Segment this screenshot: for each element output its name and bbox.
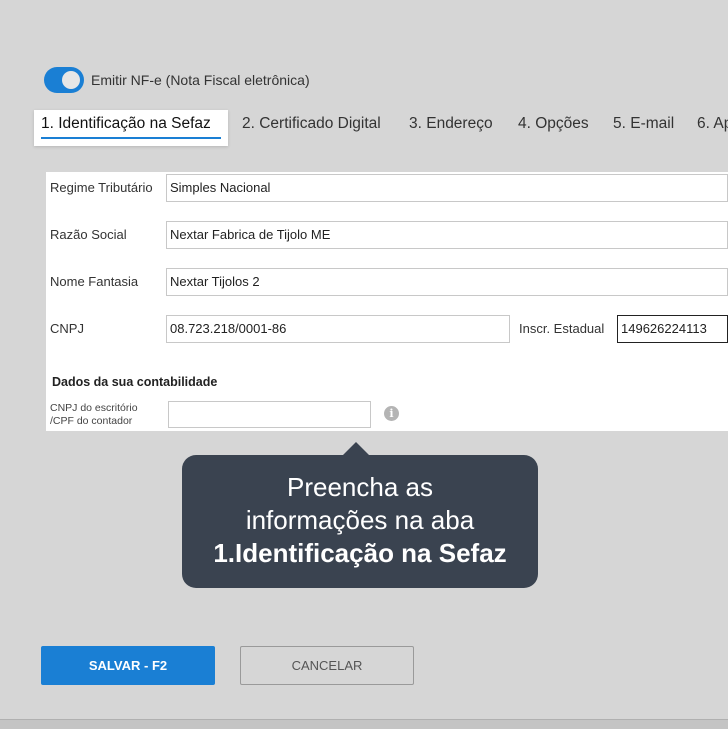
fantasia-label: Nome Fantasia (50, 274, 139, 289)
tooltip-line-1: Preencha as (287, 472, 433, 502)
razao-label: Razão Social (50, 227, 127, 242)
tab-certificado-digital[interactable]: 2. Certificado Digital (242, 110, 381, 146)
regime-label: Regime Tributário (50, 180, 153, 195)
toggle-knob (62, 71, 80, 89)
tooltip-line-3: 1.Identificação na Sefaz (213, 538, 507, 568)
tab-email[interactable]: 5. E-mail (613, 110, 674, 146)
inscr-estadual-input[interactable]: 149626224113 (617, 315, 728, 343)
save-button[interactable]: SALVAR - F2 (41, 646, 215, 685)
info-icon[interactable]: i (384, 406, 399, 421)
settings-tabs: 1. Identificação na Sefaz 2. Certificado… (0, 110, 728, 148)
contabilidade-section-title: Dados da sua contabilidade (52, 375, 218, 389)
regime-select[interactable]: Simples Nacional (166, 174, 728, 202)
tooltip-arrow (342, 442, 370, 456)
cancel-button[interactable]: CANCELAR (240, 646, 414, 685)
tab-endereco[interactable]: 3. Endereço (409, 110, 493, 146)
emit-nfe-label: Emitir NF-e (Nota Fiscal eletrônica) (91, 72, 310, 88)
fantasia-row: Nome Fantasia Nextar Tijolos 2 (46, 268, 728, 296)
instruction-tooltip: Preencha as informações na aba 1.Identif… (182, 455, 538, 588)
contador-label: CNPJ do escritório /CPF do contador (50, 402, 138, 428)
regime-row: Regime Tributário Simples Nacional (46, 174, 728, 202)
emit-nfe-toggle[interactable] (44, 67, 84, 93)
tab-opcoes[interactable]: 4. Opções (518, 110, 589, 146)
razao-social-input[interactable]: Nextar Fabrica de Tijolo ME (166, 221, 728, 249)
sefaz-form-panel: Regime Tributário Simples Nacional Razão… (46, 172, 728, 431)
tab-ap[interactable]: 6. Ap (697, 110, 728, 146)
emit-nfe-toggle-row: Emitir NF-e (Nota Fiscal eletrônica) (44, 67, 310, 93)
contador-cnpj-input[interactable] (168, 401, 371, 428)
cnpj-input[interactable]: 08.723.218/0001-86 (166, 315, 510, 343)
cnpj-row: CNPJ 08.723.218/0001-86 Inscr. Estadual … (46, 315, 728, 343)
active-tab-underline (41, 137, 221, 139)
tab-identificacao-sefaz[interactable]: 1. Identificação na Sefaz (34, 110, 228, 146)
contador-label-line1: CNPJ do escritório (50, 402, 138, 414)
contador-label-line2: /CPF do contador (50, 415, 133, 427)
inscr-estadual-label: Inscr. Estadual (519, 321, 605, 336)
tooltip-line-2: informações na aba (245, 505, 475, 535)
cnpj-label: CNPJ (50, 321, 84, 336)
tab-label: 1. Identificação na Sefaz (41, 115, 211, 132)
nome-fantasia-input[interactable]: Nextar Tijolos 2 (166, 268, 728, 296)
razao-row: Razão Social Nextar Fabrica de Tijolo ME (46, 221, 728, 249)
